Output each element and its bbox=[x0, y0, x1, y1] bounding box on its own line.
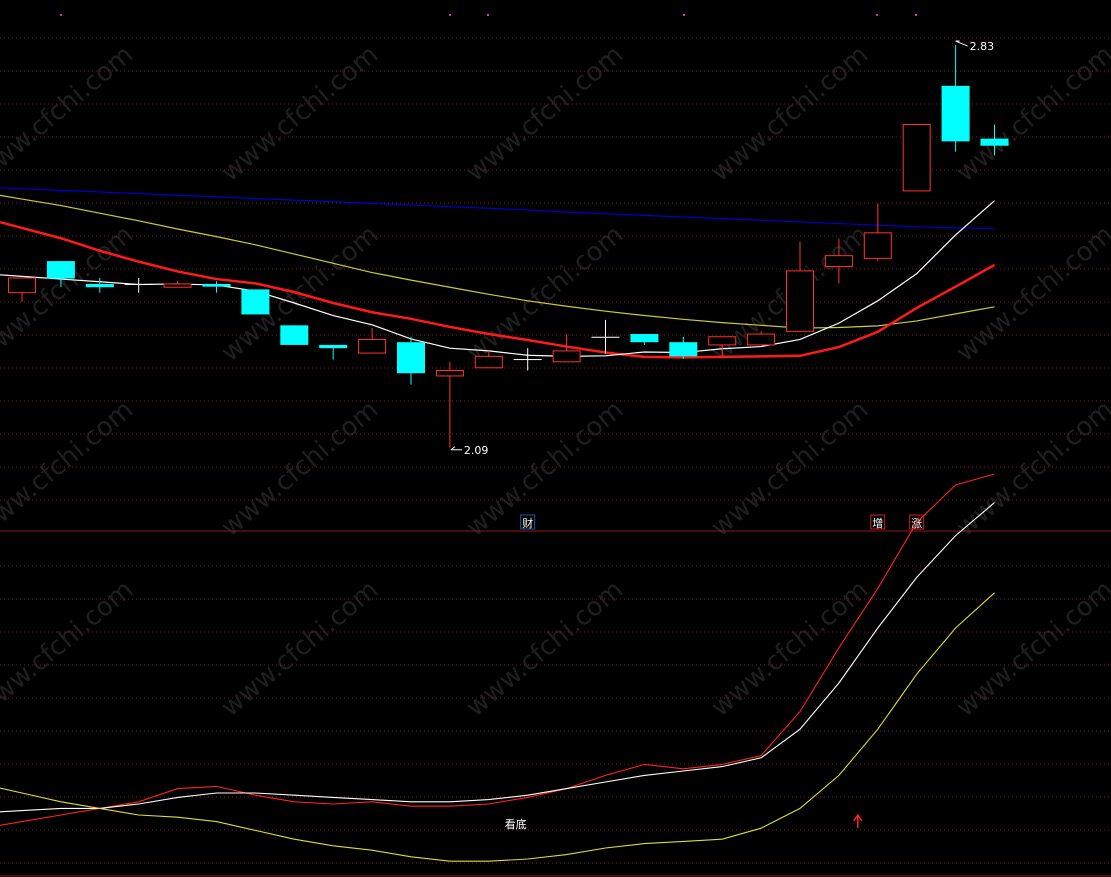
watermark-text: www.cfchi.com bbox=[461, 575, 630, 723]
watermark: www.cfchi.com www.cfchi.com www.cfchi.com w… bbox=[0, 40, 1111, 723]
top-marker-dot bbox=[449, 14, 451, 16]
candle-body bbox=[824, 255, 853, 268]
top-marker-dot bbox=[915, 14, 917, 16]
candle-body bbox=[902, 123, 931, 192]
top-marker-dot bbox=[683, 14, 685, 16]
candle-body bbox=[513, 359, 542, 361]
candle-body bbox=[747, 333, 776, 346]
candle-body bbox=[669, 342, 698, 357]
top-marker-dot bbox=[60, 14, 62, 16]
moving-average-line bbox=[0, 187, 995, 230]
candle-body bbox=[863, 232, 892, 259]
watermark-text: www.cfchi.com bbox=[216, 395, 385, 543]
candle-body bbox=[591, 336, 620, 338]
high-pointer bbox=[955, 40, 968, 47]
watermark-text: www.cfchi.com bbox=[0, 40, 139, 188]
indicator-line bbox=[0, 592, 995, 862]
candle-body bbox=[980, 138, 1009, 146]
indicator-line bbox=[0, 502, 995, 813]
candle-body bbox=[85, 283, 114, 288]
candle-body bbox=[708, 336, 737, 346]
high-price-label: 2.83 bbox=[970, 40, 995, 53]
indicator-annotations: 看底 bbox=[505, 813, 863, 831]
top-markers bbox=[60, 14, 917, 16]
watermark-text: www.cfchi.com bbox=[951, 40, 1111, 188]
watermark-text: www.cfchi.com bbox=[951, 220, 1111, 368]
top-marker-dot bbox=[487, 14, 489, 16]
candle-body bbox=[241, 289, 270, 315]
candle-body bbox=[630, 334, 659, 343]
candle-body bbox=[319, 344, 348, 349]
watermark-text: www.cfchi.com bbox=[951, 395, 1111, 543]
candle-body bbox=[435, 369, 464, 377]
candle-body bbox=[474, 355, 503, 369]
candle-body bbox=[163, 283, 192, 288]
watermark-text: www.cfchi.com bbox=[216, 575, 385, 723]
candle-body bbox=[552, 350, 581, 363]
signal-marker: 财 bbox=[520, 514, 536, 530]
look-bottom-label: 看底 bbox=[505, 817, 527, 831]
price-annotations: 2.83 2.09 bbox=[450, 40, 995, 457]
candle-body bbox=[46, 261, 75, 279]
watermark-text: www.cfchi.com bbox=[0, 395, 139, 543]
watermark-text: www.cfchi.com bbox=[706, 575, 875, 723]
watermark-text: www.cfchi.com bbox=[706, 40, 875, 188]
watermark-text: www.cfchi.com bbox=[461, 40, 630, 188]
signal-marker-text: 财 bbox=[522, 516, 533, 530]
candle-body bbox=[202, 283, 231, 287]
candle-body bbox=[280, 325, 309, 345]
chart-canvas: www.cfchi.com www.cfchi.com www.cfchi.com w… bbox=[0, 14, 1111, 877]
top-marker-dot bbox=[876, 14, 878, 16]
watermark-text: www.cfchi.com bbox=[461, 395, 630, 543]
candle-body bbox=[124, 283, 153, 285]
watermark-text: www.cfchi.com bbox=[951, 575, 1111, 723]
candle-body bbox=[8, 277, 36, 294]
signal-marker-text: 增 bbox=[872, 516, 883, 530]
watermark-text: www.cfchi.com bbox=[706, 395, 875, 543]
candle-body bbox=[786, 270, 814, 332]
candle-body bbox=[941, 85, 970, 142]
candle-body bbox=[397, 342, 425, 374]
indicator-lines bbox=[0, 473, 995, 862]
candle-body bbox=[358, 338, 387, 354]
low-price-label: 2.09 bbox=[464, 444, 489, 457]
watermark-text: www.cfchi.com bbox=[0, 575, 139, 723]
signal-marker: 增 bbox=[870, 514, 886, 530]
watermark-text: www.cfchi.com bbox=[216, 40, 385, 188]
